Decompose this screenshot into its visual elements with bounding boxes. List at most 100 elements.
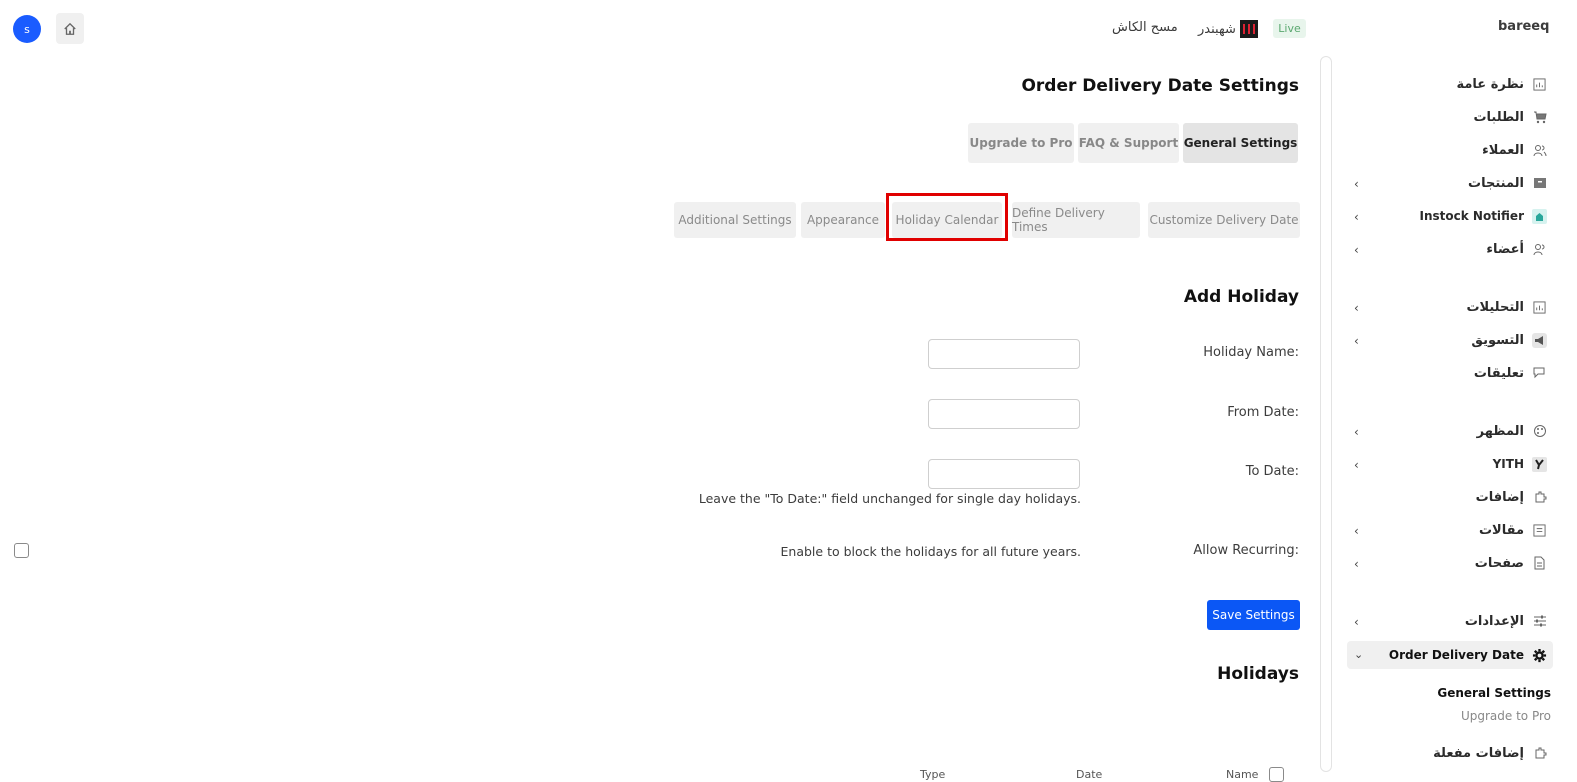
holiday-name-label: Holiday Name: [1203, 345, 1299, 360]
store-name: bareeq [1498, 19, 1550, 34]
brand-link[interactable]: شهبندر [1198, 20, 1258, 38]
users-icon [1532, 143, 1547, 158]
sidebar-item-label: صفحات [1474, 555, 1524, 571]
chevron-left-icon[interactable]: ‹ [1354, 524, 1359, 538]
sidebar-item-label: إضافات [1475, 489, 1524, 505]
sidebar-item-label: Order Delivery Date [1388, 648, 1524, 662]
tab-upgrade-to-pro[interactable]: Upgrade to Pro [968, 123, 1074, 163]
sidebar-item-label: التحليلات [1466, 299, 1524, 315]
tab-faq-support[interactable]: FAQ & Support [1078, 123, 1179, 163]
tab-general-settings[interactable]: General Settings [1183, 123, 1298, 163]
to-date-label: To Date: [1245, 464, 1299, 479]
table-header-name[interactable]: Name [1226, 768, 1258, 781]
sidebar-item-settings[interactable]: الإعدادات [1465, 610, 1547, 632]
sidebar-item-active-plugins[interactable]: إضافات مفعلة [1433, 742, 1547, 764]
user-avatar[interactable]: s [13, 15, 41, 43]
page-title: Order Delivery Date Settings [1021, 76, 1299, 96]
megaphone-icon [1532, 332, 1547, 348]
sidebar-item-label: الإعدادات [1464, 613, 1524, 629]
chevron-left-icon[interactable]: ‹ [1354, 243, 1359, 257]
settings-sliders-icon [1532, 614, 1547, 629]
sidebar-item-analytics[interactable]: التحليلات [1466, 296, 1547, 318]
select-all-checkbox[interactable] [1269, 767, 1284, 782]
table-header-type[interactable]: Type [920, 768, 945, 781]
submenu-upgrade-to-pro[interactable]: Upgrade to Pro [1461, 709, 1551, 723]
analytics-icon [1532, 300, 1547, 315]
cart-icon [1532, 110, 1547, 125]
chevron-left-icon[interactable]: ‹ [1354, 334, 1359, 348]
allow-recurring-checkbox[interactable] [14, 543, 29, 558]
sidebar-item-label: المنتجات [1468, 175, 1524, 191]
from-date-input[interactable] [928, 399, 1080, 429]
sidebar-item-label: YITH [1492, 457, 1524, 471]
chevron-left-icon[interactable]: ‹ [1354, 458, 1359, 472]
add-holiday-heading: Add Holiday [1183, 287, 1299, 307]
sidebar-item-comments[interactable]: تعليقات [1474, 362, 1547, 384]
pages-icon [1532, 556, 1547, 571]
table-header-date[interactable]: Date [1076, 768, 1102, 781]
sidebar-item-orders[interactable]: الطلبات [1473, 106, 1547, 128]
sidebar-item-yith[interactable]: YITH [1493, 453, 1547, 475]
sidebar-item-pages[interactable]: صفحات [1475, 552, 1547, 574]
allow-recurring-label: Allow Recurring: [1193, 543, 1299, 558]
gear-icon [1532, 648, 1547, 663]
plugin-icon [1532, 746, 1547, 761]
from-date-label: From Date: [1227, 405, 1299, 420]
chevron-left-icon[interactable]: ‹ [1354, 177, 1359, 191]
sidebar-item-overview[interactable]: نظرة عامة [1456, 73, 1547, 95]
sidebar-item-customers[interactable]: العملاء [1482, 139, 1547, 161]
subtab-define-delivery-times[interactable]: Define Delivery Times [1012, 202, 1140, 238]
sidebar-item-label: أعضاء [1486, 241, 1524, 257]
sidebar-item-appearance[interactable]: المظهر [1477, 420, 1547, 442]
to-date-input[interactable] [928, 459, 1080, 489]
clear-cache-link[interactable]: مسح الكاش [1112, 20, 1178, 35]
sidebar-item-products[interactable]: المنتجات [1468, 172, 1547, 194]
sidebar-item-marketing[interactable]: التسويق [1471, 329, 1547, 351]
sidebar-item-label: العملاء [1482, 142, 1524, 158]
sidebar-item-label: المظهر [1476, 423, 1524, 439]
sidebar-item-label: مقالات [1478, 522, 1524, 538]
content-scrollbar[interactable] [1320, 56, 1332, 772]
sidebar-item-label: إضافات مفعلة [1433, 745, 1524, 761]
subtab-customize-delivery-date[interactable]: Customize Delivery Date [1148, 202, 1300, 238]
subtab-additional-settings[interactable]: Additional Settings [674, 202, 796, 238]
plugin-icon [1532, 490, 1547, 505]
selection-highlight-box [886, 193, 1008, 241]
palette-icon [1532, 424, 1547, 439]
home-icon [64, 22, 76, 35]
brand-logo-icon [1239, 20, 1258, 38]
chevron-left-icon[interactable]: ‹ [1354, 615, 1359, 629]
chevron-down-icon[interactable]: ⌄ [1354, 648, 1363, 661]
chevron-left-icon[interactable]: ‹ [1354, 557, 1359, 571]
sidebar-item-members[interactable]: أعضاء [1486, 238, 1547, 260]
members-icon [1532, 242, 1547, 257]
chevron-left-icon[interactable]: ‹ [1354, 301, 1359, 315]
notifier-icon [1532, 208, 1547, 224]
recurring-hint: Enable to block the holidays for all fut… [780, 544, 1081, 559]
chevron-left-icon[interactable]: ‹ [1354, 210, 1359, 224]
sidebar-item-label: الطلبات [1473, 109, 1524, 125]
sidebar-item-posts[interactable]: مقالات [1479, 519, 1547, 541]
holiday-name-input[interactable] [928, 339, 1080, 369]
archive-icon [1532, 176, 1547, 191]
subtab-appearance[interactable]: Appearance [801, 202, 885, 238]
to-date-hint: Leave the "To Date:" field unchanged for… [698, 491, 1081, 506]
sidebar-item-label: نظرة عامة [1456, 76, 1524, 92]
sidebar-item-label: التسويق [1471, 332, 1524, 348]
sidebar-item-instock-notifier[interactable]: Instock Notifier [1419, 205, 1547, 227]
holidays-heading: Holidays [1217, 664, 1299, 684]
brand-name: شهبندر [1198, 21, 1236, 37]
posts-icon [1532, 523, 1547, 538]
sidebar-item-order-delivery-date[interactable]: Order Delivery Date [1389, 644, 1547, 666]
save-settings-button[interactable]: Save Settings [1207, 600, 1300, 630]
sidebar-item-label: Instock Notifier [1419, 209, 1525, 223]
home-button[interactable] [56, 13, 84, 44]
comments-icon [1532, 366, 1547, 381]
chevron-left-icon[interactable]: ‹ [1354, 425, 1359, 439]
submenu-general-settings[interactable]: General Settings [1437, 686, 1551, 700]
yith-icon [1532, 456, 1547, 472]
sidebar-item-label: تعليقات [1473, 365, 1524, 381]
chart-icon [1532, 77, 1547, 92]
live-badge: Live [1273, 19, 1306, 38]
sidebar-item-plugins[interactable]: إضافات [1476, 486, 1547, 508]
